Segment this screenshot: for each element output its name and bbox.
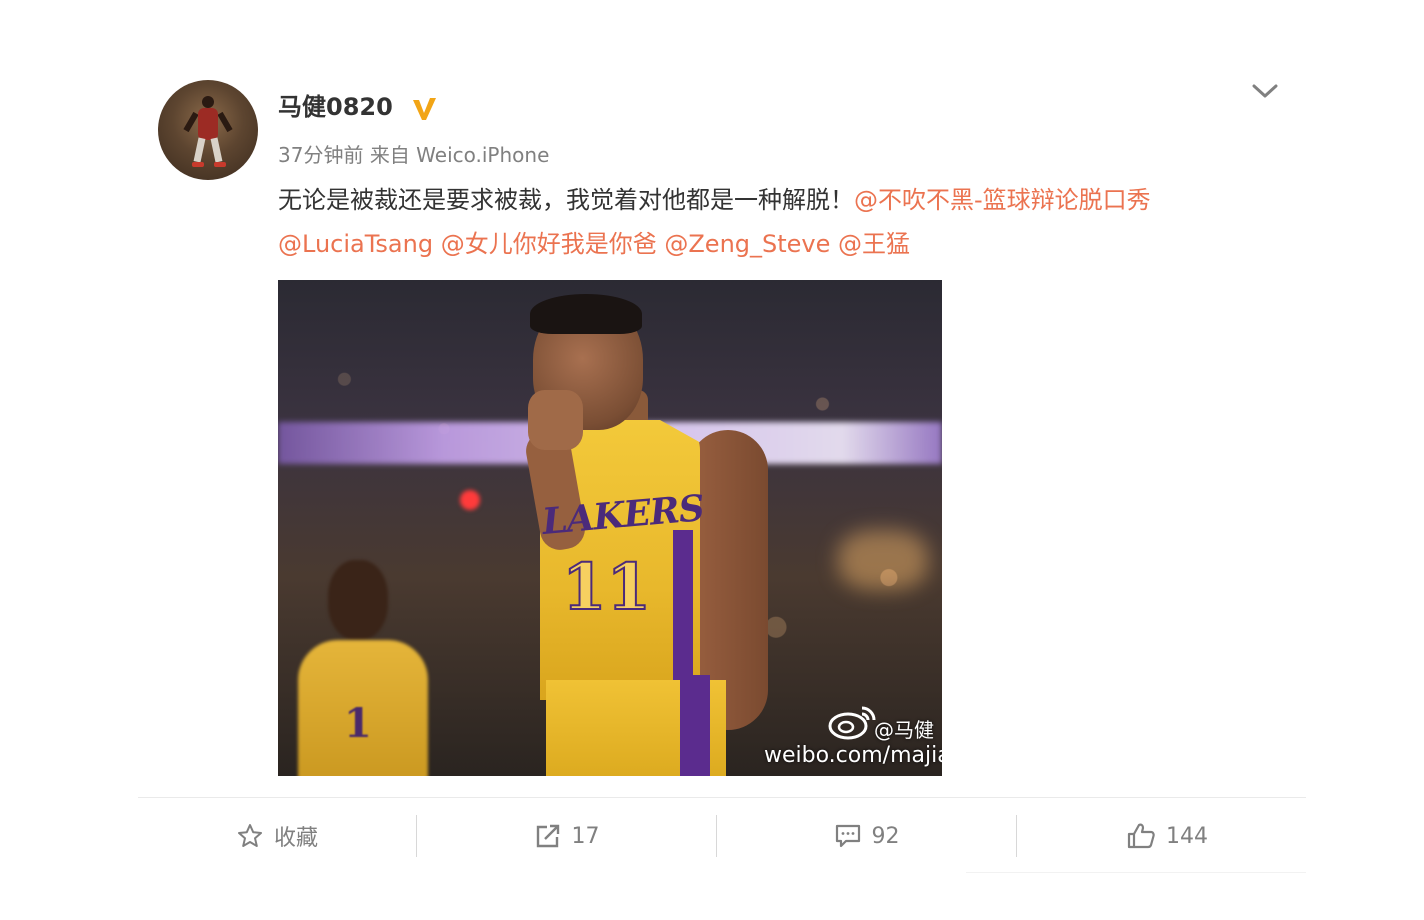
watermark-url: weibo.com/majia xyxy=(764,743,942,768)
mention-link[interactable]: @Zeng_Steve xyxy=(664,230,830,258)
comment-count: 92 xyxy=(871,823,900,849)
like-button[interactable]: 144 xyxy=(1017,815,1317,857)
repost-count: 17 xyxy=(571,823,600,849)
chevron-down-icon[interactable] xyxy=(1250,80,1280,102)
post-meta: 37分钟前 来自 Weico.iPhone xyxy=(278,142,549,168)
mention-link[interactable]: @LuciaTsang xyxy=(278,230,433,258)
share-icon xyxy=(536,824,559,848)
weibo-post-card: 马健0820 37分钟前 来自 Weico.iPhone 无论是被裁还是要求被裁… xyxy=(0,0,1424,920)
like-count: 144 xyxy=(1166,823,1208,849)
post-text: 无论是被裁还是要求被裁，我觉着对他都是一种解脱！@不吹不黑-篮球辩论脱口秀 @L… xyxy=(278,178,1268,266)
jersey-number: 11 xyxy=(561,549,652,626)
bottom-divider xyxy=(966,872,1306,873)
thumbs-up-icon xyxy=(1127,823,1155,849)
background-jersey-number: 1 xyxy=(344,700,372,747)
mention-link[interactable]: @女儿你好我是你爸 xyxy=(441,230,657,258)
post-image[interactable]: 1 LAKERS 11 @马健 weibo.com/majia xyxy=(278,280,942,776)
post-time[interactable]: 37分钟前 xyxy=(278,143,363,167)
divider xyxy=(138,797,1306,798)
watermark: @马健 weibo.com/majia xyxy=(764,714,942,768)
author-name[interactable]: 马健0820 xyxy=(278,90,393,124)
watermark-handle: @马健 xyxy=(874,718,934,742)
avatar[interactable] xyxy=(158,80,258,180)
repost-button[interactable]: 17 xyxy=(417,815,716,857)
verified-icon xyxy=(413,98,436,120)
favorite-label: 收藏 xyxy=(273,826,318,851)
mention-link[interactable]: @王猛 xyxy=(838,230,910,258)
mention-link[interactable]: @不吹不黑-篮球辩论脱口秀 xyxy=(854,186,1151,214)
star-icon xyxy=(237,824,262,847)
source-prefix: 来自 xyxy=(369,143,410,167)
comment-button[interactable]: 92 xyxy=(717,815,1016,857)
post-source[interactable]: Weico.iPhone xyxy=(416,143,549,167)
comment-icon xyxy=(835,824,860,848)
favorite-button[interactable]: 收藏 xyxy=(138,815,416,857)
post-body: 无论是被裁还是要求被裁，我觉着对他都是一种解脱！ xyxy=(278,186,854,214)
